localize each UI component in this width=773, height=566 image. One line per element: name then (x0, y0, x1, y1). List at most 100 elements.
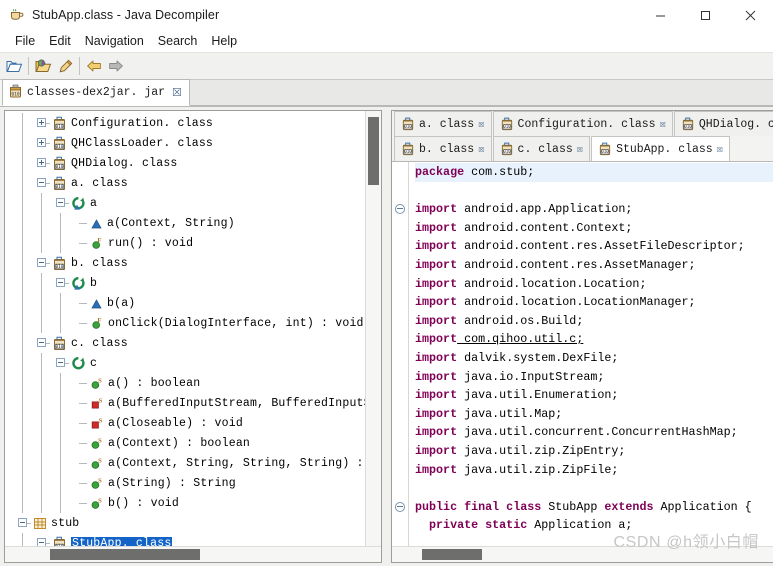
tree-node[interactable]: 010 StubApp. class (5, 533, 365, 546)
collapse-toggle-icon[interactable] (37, 258, 46, 267)
tree-node[interactable]: b (5, 273, 365, 293)
tree-node[interactable]: FonClick(DialogInterface, int) : void (5, 313, 365, 333)
editor-tab-close-icon[interactable]: ☒ (478, 118, 484, 131)
editor-tab[interactable]: 010 b. class ☒ (394, 136, 492, 161)
tree-vertical-scrollbar[interactable] (365, 111, 381, 546)
jar-tab-close-icon[interactable]: ☒ (172, 86, 182, 99)
editor-tab[interactable]: 010 StubApp. class ☒ (591, 136, 731, 161)
collapse-toggle-icon[interactable] (37, 178, 46, 187)
tree-node-label: a(String) : String (108, 476, 236, 490)
tree-node[interactable]: Sb() : void (5, 493, 365, 513)
svg-text:010: 010 (684, 124, 692, 129)
tree-node[interactable]: stub (5, 513, 365, 533)
tree-node[interactable]: 010 Configuration. class (5, 113, 365, 133)
collapse-toggle-icon[interactable] (56, 198, 65, 207)
collapse-toggle-icon[interactable] (37, 338, 46, 347)
expand-toggle-icon[interactable] (37, 138, 46, 147)
menu-file[interactable]: File (8, 32, 42, 50)
menu-navigation[interactable]: Navigation (78, 32, 151, 50)
source-code-view[interactable]: package com.stub; import android.app.App… (409, 162, 773, 546)
editor-tab[interactable]: 010 a. class ☒ (394, 111, 492, 136)
class-file-icon: 010 (501, 117, 512, 131)
tree-node[interactable]: Sa(Context) : boolean (5, 433, 365, 453)
editor-tab-close-icon[interactable]: ☒ (660, 118, 666, 131)
tree-node-label: a (90, 196, 98, 210)
fold-collapse-icon[interactable] (395, 204, 405, 215)
editor-tab-close-icon[interactable]: ☒ (717, 143, 723, 156)
expand-toggle-icon[interactable] (37, 158, 46, 167)
jar-tab-filler (189, 80, 773, 106)
editor-tab-close-icon[interactable]: ☒ (577, 143, 583, 156)
fold-gutter[interactable] (392, 162, 409, 546)
code-line: public final class StubApp extends Appli… (415, 498, 773, 517)
tree-vscroll-thumb[interactable] (368, 117, 379, 185)
save-icon[interactable] (54, 55, 76, 77)
code-line: import android.content.res.AssetFileDesc… (415, 237, 773, 256)
editor-tab[interactable]: 010QHDialog. class☒ (673, 111, 773, 136)
forward-arrow-icon[interactable] (105, 55, 127, 77)
tree-node[interactable]: 010 a. class (5, 173, 365, 193)
tree-node[interactable]: b(a) (5, 293, 365, 313)
tree-node[interactable]: Sa(BufferedInputStream, BufferedInputStr… (5, 393, 365, 413)
expand-toggle-icon[interactable] (37, 118, 46, 127)
tree-node[interactable]: 010 QHClassLoader. class (5, 133, 365, 153)
svg-text:010: 010 (11, 91, 20, 97)
open-file-icon[interactable] (3, 55, 25, 77)
code-text[interactable]: com.qihoo.util.c; (457, 332, 583, 346)
editor-tab-close-icon[interactable]: ☒ (478, 143, 484, 156)
editor-tab-label: QHDialog. class (698, 117, 773, 131)
method-private-static-icon: S (91, 397, 103, 409)
tree-node[interactable]: 010 b. class (5, 253, 365, 273)
collapse-toggle-icon[interactable] (18, 518, 27, 527)
editor-tab[interactable]: 010 c. class ☒ (492, 136, 591, 161)
editor-tab-label: Configuration. class (517, 117, 656, 131)
collapse-toggle-icon[interactable] (37, 538, 46, 546)
class-file-icon: 010 (54, 176, 65, 190)
jar-tab-label: classes-dex2jar. jar (27, 86, 166, 99)
tree-node[interactable]: Frun() : void (5, 233, 365, 253)
tree-node[interactable]: a(Context, String) (5, 213, 365, 233)
menu-search[interactable]: Search (151, 32, 205, 50)
menu-edit[interactable]: Edit (42, 32, 78, 50)
tree-node[interactable]: 010 QHDialog. class (5, 153, 365, 173)
back-arrow-icon[interactable] (83, 55, 105, 77)
tree-node[interactable]: Sa(Closeable) : void (5, 413, 365, 433)
svg-text:010: 010 (56, 144, 64, 150)
editor-tab-label: StubApp. class (616, 142, 713, 156)
class-file-icon: 010 (599, 142, 611, 156)
method-public-static-icon: S (91, 497, 102, 509)
tree-node[interactable]: Sa(String) : String (5, 473, 365, 493)
tree-node[interactable]: a (5, 193, 365, 213)
tree-horizontal-scrollbar[interactable] (5, 546, 381, 562)
tree-node[interactable]: Sa(Context, String, String, String) : bo… (5, 453, 365, 473)
code-horizontal-scrollbar[interactable] (392, 546, 773, 562)
editor-tab-label: b. class (419, 142, 475, 156)
code-text: Application { (653, 499, 752, 514)
class-file-icon: 010 (402, 142, 414, 156)
svg-text:F: F (97, 237, 101, 244)
code-keyword: import (415, 332, 458, 347)
menu-help[interactable]: Help (204, 32, 244, 50)
maximize-button[interactable] (683, 0, 728, 30)
fold-collapse-icon[interactable] (395, 501, 405, 512)
collapse-toggle-icon[interactable] (56, 358, 65, 367)
tree-node[interactable]: Sa() : boolean (5, 373, 365, 393)
minimize-button[interactable] (638, 0, 683, 30)
tree-hscroll-thumb[interactable] (50, 549, 200, 560)
jar-tab-classes-dex2jar[interactable]: 010 classes-dex2jar. jar ☒ (2, 79, 190, 106)
tree-node[interactable]: c (5, 353, 365, 373)
tree-node[interactable]: 010 c. class (5, 333, 365, 353)
code-editor: package com.stub; import android.app.App… (392, 162, 773, 546)
tree-node-label: b(a) (107, 296, 136, 310)
code-hscroll-thumb[interactable] (422, 549, 482, 560)
class-file-icon: 010 (54, 336, 65, 350)
class-tree[interactable]: 010 Configuration. class 010 QHClassLoader.… (5, 111, 365, 546)
code-line: package com.stub; (415, 163, 773, 182)
collapse-toggle-icon[interactable] (56, 278, 65, 287)
editor-tab[interactable]: 010 Configuration. class ☒ (492, 111, 673, 136)
close-button[interactable] (728, 0, 773, 30)
method-public-static-icon: S (91, 377, 102, 389)
open-type-icon[interactable] (32, 55, 54, 77)
svg-text:010: 010 (56, 184, 64, 190)
